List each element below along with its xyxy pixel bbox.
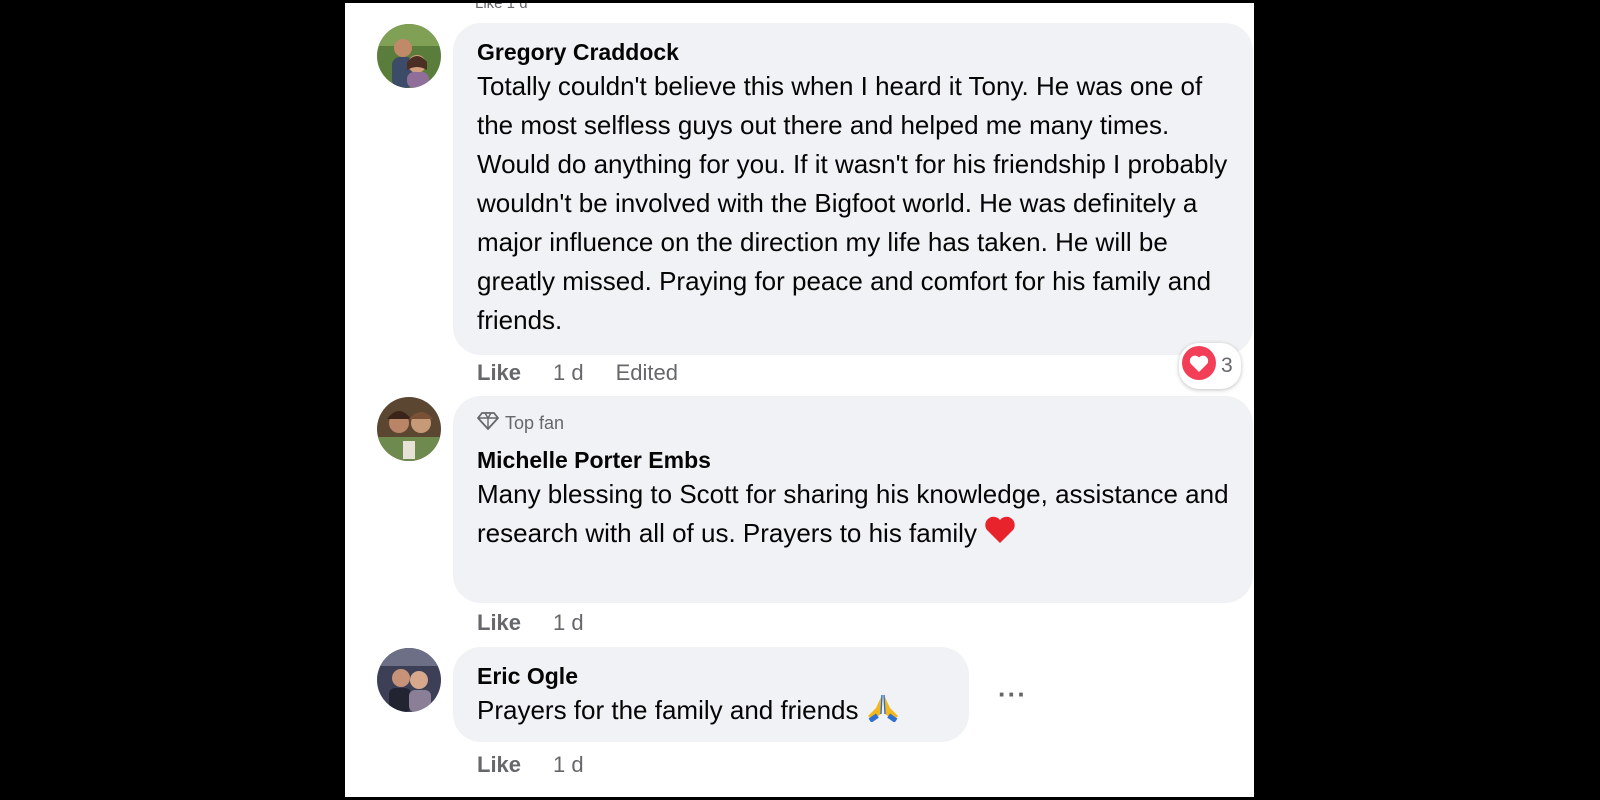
comment-text: Many blessing to Scott for sharing his k… bbox=[477, 475, 1229, 555]
comment-actions: Like 1 d bbox=[477, 610, 616, 636]
heart-reaction-icon bbox=[1182, 346, 1216, 386]
like-button[interactable]: Like bbox=[477, 610, 521, 636]
like-button[interactable]: Like bbox=[477, 752, 521, 778]
top-fan-badge: Top fan bbox=[477, 412, 1229, 435]
comment-bubble: Top fan Michelle Porter Embs Many blessi… bbox=[453, 396, 1253, 603]
comment-timestamp[interactable]: 1 d bbox=[553, 360, 584, 386]
edited-label: Edited bbox=[615, 360, 679, 385]
comment-timestamp[interactable]: 1 d bbox=[553, 752, 584, 778]
comment-bubble: Gregory Craddock Totally couldn't believ… bbox=[453, 23, 1253, 355]
red-heart-emoji bbox=[984, 516, 1016, 555]
comment-text: Prayers for the family and friends bbox=[477, 691, 945, 733]
comment-text-body: Many blessing to Scott for sharing his k… bbox=[477, 479, 1229, 548]
comment-author[interactable]: Michelle Porter Embs bbox=[477, 445, 1229, 475]
previous-comment-actions: Like 1 d bbox=[475, 3, 528, 12]
comment-author[interactable]: Eric Ogle bbox=[477, 661, 945, 691]
more-options-icon[interactable]: ··· bbox=[998, 679, 1027, 710]
reaction-summary[interactable]: 3 bbox=[1179, 343, 1241, 389]
comment-text-body: Prayers for the family and friends bbox=[477, 695, 859, 725]
praying-hands-emoji bbox=[866, 692, 900, 733]
avatar[interactable] bbox=[377, 24, 441, 88]
comment-timestamp[interactable]: 1 d bbox=[553, 610, 584, 636]
comment-actions: Like 1 d bbox=[477, 752, 616, 778]
diamond-icon bbox=[477, 412, 499, 435]
avatar[interactable] bbox=[377, 397, 441, 461]
comment-bubble: Eric Ogle Prayers for the family and fri… bbox=[453, 647, 969, 742]
like-button[interactable]: Like bbox=[477, 360, 521, 386]
comment-actions: Like 1 d Edited bbox=[477, 360, 678, 386]
reaction-count: 3 bbox=[1221, 354, 1233, 377]
comment-text: Totally couldn't believe this when I hea… bbox=[477, 71, 1228, 335]
avatar[interactable] bbox=[377, 648, 441, 712]
comment-author[interactable]: Gregory Craddock bbox=[477, 37, 1229, 67]
top-fan-label: Top fan bbox=[505, 413, 565, 433]
comments-panel: Like 1 d Gregory Craddock Totally couldn… bbox=[345, 3, 1254, 797]
